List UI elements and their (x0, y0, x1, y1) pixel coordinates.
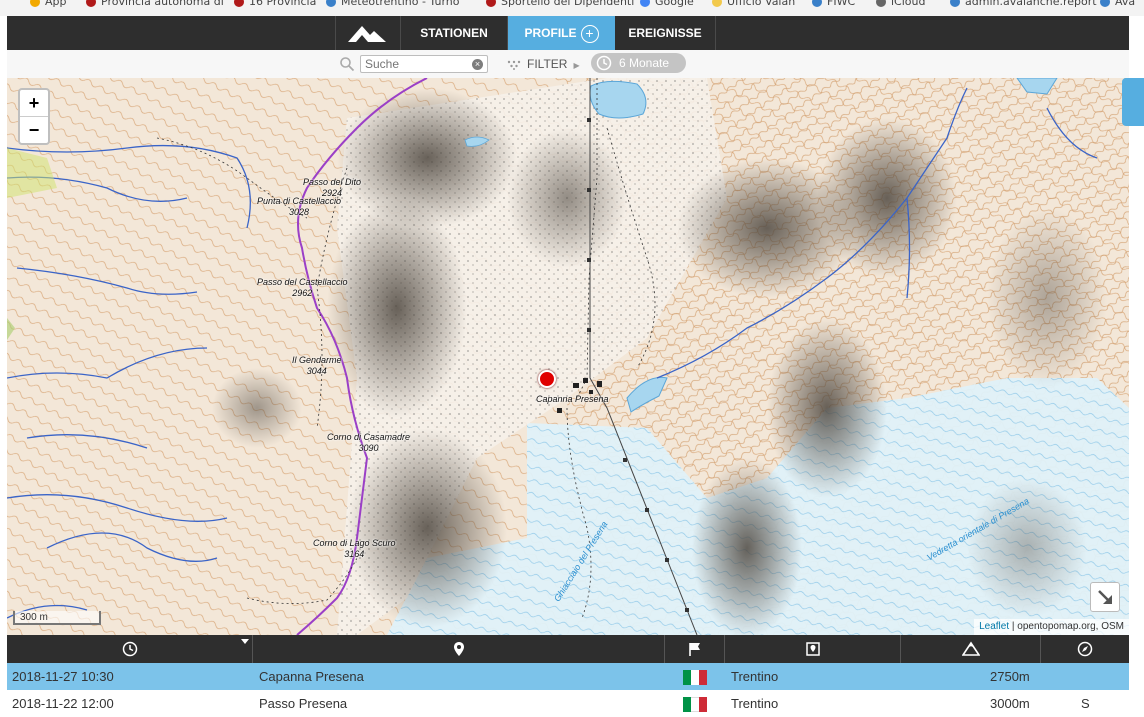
cell-altitude: 3000m (990, 696, 1030, 711)
region-pin-icon (806, 642, 820, 656)
clock-icon (122, 641, 138, 657)
map-pin-icon (454, 642, 464, 656)
map-attribution: Leaflet | opentopomap.org, OSM (974, 619, 1129, 635)
search-icon (340, 57, 355, 72)
bookmark-item[interactable]: admin.avalanche.report (950, 0, 1097, 9)
table-row[interactable]: 2018-11-27 10:30 Capanna Presena Trentin… (7, 663, 1129, 690)
bookmark-item[interactable]: Ava (1100, 0, 1135, 9)
search-input[interactable] (360, 55, 488, 73)
side-panel-tab[interactable] (1122, 78, 1144, 126)
column-header-country[interactable] (665, 635, 725, 663)
bookmark-item[interactable]: FIWC (812, 0, 855, 9)
cell-region: Trentino (731, 696, 779, 711)
bookmark-item[interactable]: 16 Provincia (234, 0, 316, 9)
scale-bar: 300 m (13, 611, 101, 625)
mountain-icon (962, 641, 980, 656)
bookmark-icon (486, 0, 496, 7)
sort-caret-icon (241, 639, 249, 644)
table-row[interactable]: 2018-11-22 12:00 Passo Presena Trentino … (7, 690, 1129, 717)
cell-aspect: S (1081, 696, 1090, 711)
leaflet-link[interactable]: Leaflet (979, 621, 1009, 632)
caret-right-icon: ▶ (573, 61, 580, 70)
zoom-control: + − (18, 88, 50, 145)
bookmark-icon (234, 0, 244, 7)
map-label: Il Gendarme 3044 (292, 355, 342, 376)
period-selector[interactable]: 6 Monate (591, 53, 686, 73)
map-label: Corno di Casamadre 3090 (327, 432, 411, 453)
tab-profile[interactable]: PROFILE + (508, 16, 615, 50)
bookmark-icon (812, 0, 822, 7)
cell-time: 2018-11-27 10:30 (12, 669, 114, 684)
mountain-logo-icon (348, 26, 386, 42)
bookmark-icon (326, 0, 336, 7)
flag-icon (689, 643, 700, 656)
cell-location: Passo Presena (259, 696, 348, 711)
cell-region: Trentino (731, 669, 779, 684)
bookmark-icon (30, 0, 40, 7)
nav-divider (715, 16, 716, 50)
map-label-capanna-presena: Capanna Presena (536, 394, 609, 404)
map-label: Punta di Castellaccio 3028 (257, 196, 342, 217)
bookmark-icon (1100, 0, 1110, 7)
bookmarks-bar: App Provincia autonoma di 16 Provincia M… (0, 0, 1144, 16)
bookmark-item[interactable]: iCloud (876, 0, 925, 9)
clock-icon (596, 55, 612, 71)
column-header-time[interactable] (7, 635, 253, 663)
cell-location: Capanna Presena (259, 669, 364, 684)
zoom-out-button[interactable]: − (20, 117, 48, 143)
column-header-location[interactable] (253, 635, 665, 663)
bookmark-icon (876, 0, 886, 7)
bookmark-icon (712, 0, 722, 7)
map-label: Passo del Castellaccio 2962 (257, 277, 348, 298)
tab-ereignisse[interactable]: EREIGNISSE (615, 16, 715, 50)
bookmark-item[interactable]: App (30, 0, 67, 9)
column-header-region[interactable] (725, 635, 901, 663)
plus-circle-icon[interactable]: + (580, 24, 599, 43)
clear-icon[interactable]: × (472, 59, 483, 70)
bookmark-item[interactable]: Ufficio Valan (712, 0, 795, 9)
filter-dots-icon (507, 60, 521, 70)
table-header (7, 635, 1129, 663)
home-logo-button[interactable] (335, 16, 401, 50)
tab-stationen[interactable]: STATIONEN (400, 16, 508, 50)
column-header-aspect[interactable] (1041, 635, 1129, 663)
italy-flag-icon (683, 670, 707, 685)
bookmark-item[interactable]: Google (640, 0, 694, 9)
filter-button[interactable]: FILTER ▶ (507, 56, 580, 72)
bookmark-item[interactable]: Provincia autonoma di (86, 0, 224, 9)
map-view[interactable]: Passo del Dito 2924 Punta di Castellaccio… (7, 78, 1129, 635)
compass-icon (1077, 641, 1093, 657)
profile-location-marker[interactable] (538, 370, 556, 388)
bookmark-item[interactable]: Sportello dei Dipendenti (486, 0, 634, 9)
bookmark-icon (640, 0, 650, 7)
column-header-altitude[interactable] (901, 635, 1041, 663)
bookmark-item[interactable]: Meteotrentino - Turno (326, 0, 460, 9)
map-label: Corno di Lago Scuro 3164 (313, 538, 396, 559)
cell-altitude: 2750m (990, 669, 1030, 684)
bookmark-icon (950, 0, 960, 7)
zoom-in-button[interactable]: + (20, 90, 48, 117)
topographic-map (7, 78, 1129, 635)
bookmark-icon (86, 0, 96, 7)
expand-map-button[interactable] (1090, 582, 1120, 612)
cell-time: 2018-11-22 12:00 (12, 696, 114, 711)
italy-flag-icon (683, 697, 707, 712)
top-navigation: STATIONEN PROFILE + EREIGNISSE (7, 16, 1129, 50)
filter-bar: × FILTER▶ 6 Monate (7, 50, 1129, 78)
arrow-down-right-icon (1098, 590, 1112, 604)
